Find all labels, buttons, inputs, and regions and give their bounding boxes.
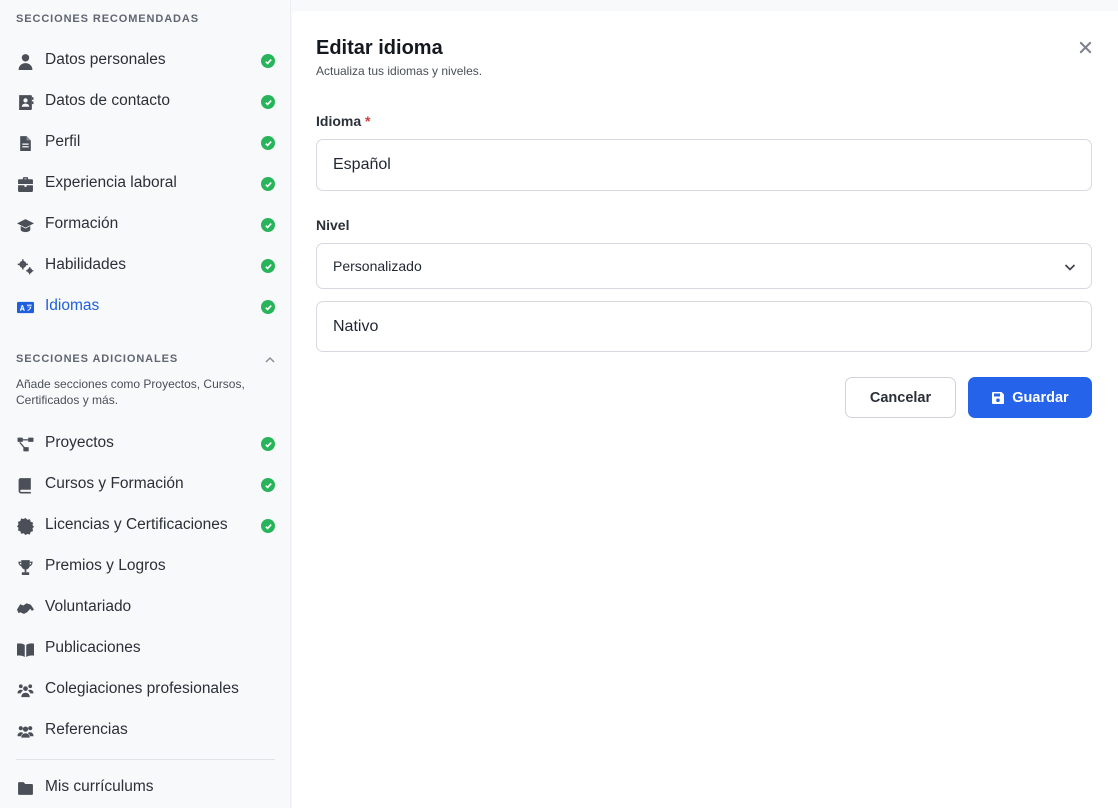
panel-subtitle: Actualiza tus idiomas y niveles.	[316, 64, 483, 78]
user-icon	[16, 52, 34, 70]
open-book-icon	[16, 640, 34, 658]
check-icon	[261, 478, 275, 492]
recommended-sections-title: SECCIONES RECOMENDADAS	[16, 13, 199, 25]
certificate-icon	[16, 517, 34, 535]
sidebar-divider	[16, 759, 275, 760]
language-label-text: Idioma	[316, 113, 362, 129]
level-field-label: Nivel	[316, 217, 350, 233]
check-icon	[261, 437, 275, 451]
gears-icon	[16, 257, 34, 275]
sidebar-item-label: Proyectos	[45, 434, 114, 451]
sidebar-item-label: Datos de contacto	[45, 92, 170, 109]
sidebar-item-label: Colegiaciones profesionales	[45, 680, 239, 697]
additional-sections-title: SECCIONES ADICIONALES	[16, 353, 179, 365]
graduation-cap-icon	[16, 216, 34, 234]
sidebar-item-label: Referencias	[45, 721, 128, 738]
sidebar-item-label: Publicaciones	[45, 639, 141, 656]
sidebar-item-habilidades[interactable]: Habilidades	[0, 245, 291, 286]
folder-icon	[16, 779, 34, 797]
sidebar-item-label: Mis currículums	[45, 778, 154, 795]
sidebar-item-premios[interactable]: Premios y Logros	[0, 546, 291, 587]
custom-level-input[interactable]: Nativo	[316, 301, 1092, 352]
sidebar-item-label: Licencias y Certificaciones	[45, 516, 228, 533]
sidebar-item-label: Voluntariado	[45, 598, 132, 615]
sidebar-item-datos-personales[interactable]: Datos personales	[0, 40, 291, 81]
sidebar-item-label: Experiencia laboral	[45, 174, 177, 191]
save-icon	[991, 391, 1005, 405]
sidebar-item-publicaciones[interactable]: Publicaciones	[0, 628, 291, 669]
sidebar-item-label: Habilidades	[45, 256, 126, 273]
sidebar-item-experiencia-laboral[interactable]: Experiencia laboral	[0, 163, 291, 204]
users-icon	[16, 722, 34, 740]
people-group-icon	[16, 681, 34, 699]
sidebar-item-label: Datos personales	[45, 51, 166, 68]
handshake-icon	[16, 599, 34, 617]
trophy-icon	[16, 558, 34, 576]
edit-language-panel: Editar idioma Actualiza tus idiomas y ni…	[292, 11, 1118, 808]
custom-level-value: Nativo	[333, 317, 379, 335]
check-icon	[261, 136, 275, 150]
diagram-icon	[16, 435, 34, 453]
sidebar-item-idiomas[interactable]: Idiomas	[0, 286, 291, 327]
sidebar-item-label: Formación	[45, 215, 119, 232]
sidebar-item-perfil[interactable]: Perfil	[0, 122, 291, 163]
sidebar-item-referencias[interactable]: Referencias	[0, 710, 291, 751]
chevron-down-icon	[1063, 260, 1077, 274]
save-button-label: Guardar	[1012, 389, 1069, 406]
panel-title: Editar idioma	[316, 37, 443, 59]
level-select[interactable]: Personalizado	[316, 243, 1092, 289]
sidebar-item-colegiaciones[interactable]: Colegiaciones profesionales	[0, 669, 291, 710]
sidebar: SECCIONES RECOMENDADAS Datos personales …	[0, 0, 291, 808]
sidebar-item-mis-curriculums[interactable]: Mis currículums	[0, 767, 291, 808]
briefcase-icon	[16, 175, 34, 193]
sidebar-item-label: Premios y Logros	[45, 557, 166, 574]
save-button[interactable]: Guardar	[968, 377, 1092, 418]
sidebar-item-licencias[interactable]: Licencias y Certificaciones	[0, 505, 291, 546]
check-icon	[261, 218, 275, 232]
check-icon	[261, 300, 275, 314]
language-field-label: Idioma *	[316, 113, 370, 129]
check-icon	[261, 177, 275, 191]
check-icon	[261, 259, 275, 273]
check-icon	[261, 95, 275, 109]
additional-sections-description: Añade secciones como Proyectos, Cursos, …	[16, 377, 245, 407]
sidebar-item-voluntariado[interactable]: Voluntariado	[0, 587, 291, 628]
sidebar-item-proyectos[interactable]: Proyectos	[0, 423, 291, 464]
cancel-button[interactable]: Cancelar	[845, 377, 956, 418]
language-input[interactable]: Español	[316, 139, 1092, 191]
level-select-value: Personalizado	[333, 258, 422, 274]
close-icon[interactable]	[1076, 38, 1094, 56]
sidebar-item-label: Perfil	[45, 133, 81, 150]
check-icon	[261, 519, 275, 533]
chevron-up-icon[interactable]	[264, 353, 276, 365]
sidebar-item-label: Cursos y Formación	[45, 475, 184, 492]
required-mark: *	[365, 113, 371, 129]
sidebar-item-cursos[interactable]: Cursos y Formación	[0, 464, 291, 505]
check-icon	[261, 54, 275, 68]
sidebar-item-datos-contacto[interactable]: Datos de contacto	[0, 81, 291, 122]
sidebar-item-formacion[interactable]: Formación	[0, 204, 291, 245]
language-icon	[16, 298, 34, 316]
sidebar-item-label: Idiomas	[45, 297, 100, 314]
language-input-value: Español	[333, 156, 391, 173]
contact-card-icon	[16, 93, 34, 111]
book-icon	[16, 476, 34, 494]
document-icon	[16, 134, 34, 152]
